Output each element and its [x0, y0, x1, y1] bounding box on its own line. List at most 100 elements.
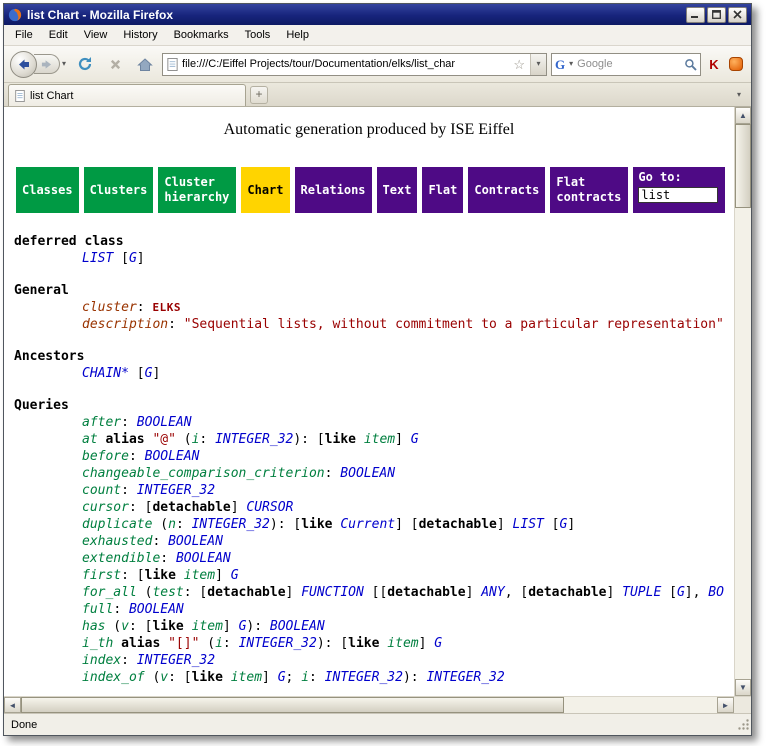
class-link[interactable]: CHAIN*: [82, 366, 129, 381]
class-link[interactable]: G: [411, 432, 419, 447]
scroll-right-button[interactable]: ►: [717, 697, 734, 713]
forward-button[interactable]: [34, 54, 60, 74]
class-link[interactable]: INTEGER_32: [325, 670, 403, 685]
feature-name: index_of: [82, 670, 145, 685]
menu-edit[interactable]: Edit: [41, 26, 76, 44]
nav-button-text[interactable]: Text: [377, 167, 418, 213]
class-link[interactable]: BOOLEAN: [129, 602, 184, 617]
nav-button-clusters[interactable]: Clusters: [84, 167, 154, 213]
window-title: list Chart - Mozilla Firefox: [27, 8, 681, 22]
vertical-scrollbar[interactable]: ▲ ▼: [734, 107, 751, 696]
feature-name: item: [192, 619, 223, 634]
class-link[interactable]: G: [434, 636, 442, 651]
menu-history[interactable]: History: [115, 26, 165, 44]
tab-list-chart[interactable]: list Chart: [8, 84, 246, 106]
class-link[interactable]: INTEGER_32: [239, 636, 317, 651]
class-link[interactable]: CURSOR: [246, 500, 293, 515]
maximize-button[interactable]: [707, 7, 726, 23]
keyword: Ancestors: [14, 349, 84, 364]
url-input[interactable]: [182, 58, 509, 70]
history-dropdown-icon[interactable]: ▾: [60, 60, 68, 68]
vertical-scroll-thumb[interactable]: [735, 124, 751, 208]
menu-bookmarks[interactable]: Bookmarks: [166, 26, 237, 44]
feature-name: full: [82, 602, 113, 617]
back-button[interactable]: [10, 51, 37, 78]
list-all-tabs-button[interactable]: ▾: [731, 86, 747, 104]
punctuation: ]: [466, 585, 482, 600]
search-input[interactable]: [577, 58, 682, 70]
class-link[interactable]: BOOLEAN: [340, 466, 395, 481]
scroll-left-button[interactable]: ◄: [4, 697, 21, 713]
nav-button-flat-contracts[interactable]: Flat contracts: [550, 167, 628, 213]
extension-icon-orange[interactable]: [727, 51, 745, 77]
scroll-down-button[interactable]: ▼: [735, 679, 751, 696]
class-link[interactable]: INTEGER_32: [137, 483, 215, 498]
horizontal-scrollbar[interactable]: ◄ ►: [4, 696, 751, 713]
punctuation: : [: [168, 670, 191, 685]
magnifier-icon[interactable]: [684, 58, 697, 71]
class-link[interactable]: BOOLEAN: [168, 534, 223, 549]
class-link[interactable]: INTEGER_32: [192, 517, 270, 532]
url-dropdown-button[interactable]: ▾: [530, 54, 546, 75]
class-link[interactable]: G: [677, 585, 685, 600]
feature-name: at: [82, 432, 98, 447]
punctuation: ]: [262, 670, 278, 685]
class-link[interactable]: LIST: [513, 517, 544, 532]
nav-button-relations[interactable]: Relations: [295, 167, 372, 213]
class-link[interactable]: ANY: [481, 585, 504, 600]
class-link[interactable]: INTEGER_32: [426, 670, 504, 685]
page-icon: [167, 58, 178, 71]
resize-grip[interactable]: [737, 718, 750, 734]
class-link[interactable]: BOOLEAN: [145, 449, 200, 464]
class-link[interactable]: FUNCTION: [301, 585, 364, 600]
class-link[interactable]: LIST: [82, 251, 113, 266]
code-line: Ancestors: [14, 348, 734, 365]
nav-button-cluster-hierarchy[interactable]: Cluster hierarchy: [158, 167, 236, 213]
punctuation: [113, 636, 121, 651]
class-link[interactable]: INTEGER_32: [215, 432, 293, 447]
class-link[interactable]: BOOLEAN: [176, 551, 231, 566]
goto-input[interactable]: [638, 187, 718, 203]
menu-help[interactable]: Help: [278, 26, 317, 44]
close-button[interactable]: [728, 7, 747, 23]
nav-button-contracts[interactable]: Contracts: [468, 167, 545, 213]
menu-file[interactable]: File: [7, 26, 41, 44]
class-link[interactable]: INTEGER_32: [137, 653, 215, 668]
class-link[interactable]: BOOLEAN: [270, 619, 325, 634]
class-link[interactable]: BO: [708, 585, 724, 600]
search-engine-dropdown-icon[interactable]: ▾: [567, 60, 575, 68]
punctuation: ;: [286, 670, 302, 685]
address-bar[interactable]: ☆ ▾: [162, 53, 547, 76]
menu-tools[interactable]: Tools: [237, 26, 279, 44]
horizontal-scroll-thumb[interactable]: [21, 697, 564, 713]
nav-button-chart[interactable]: Chart: [241, 167, 289, 213]
punctuation: , [: [505, 585, 528, 600]
home-button[interactable]: [132, 51, 158, 77]
minimize-button[interactable]: [686, 7, 705, 23]
stop-button[interactable]: [102, 51, 128, 77]
bookmark-star-icon[interactable]: ☆: [513, 58, 526, 71]
search-box[interactable]: G ▾: [551, 53, 701, 76]
punctuation: :: [137, 300, 153, 315]
vertical-scroll-track[interactable]: [735, 124, 751, 679]
reload-button[interactable]: [72, 51, 98, 77]
class-link[interactable]: G: [231, 568, 239, 583]
scroll-up-button[interactable]: ▲: [735, 107, 751, 124]
class-link[interactable]: G: [278, 670, 286, 685]
feature-name: item: [364, 432, 395, 447]
class-link[interactable]: BOOLEAN: [137, 415, 192, 430]
keyword: deferred class: [14, 234, 124, 249]
extension-icon-k[interactable]: K: [705, 51, 723, 77]
field-label: cluster: [82, 300, 137, 315]
nav-button-flat[interactable]: Flat: [422, 167, 463, 213]
class-link[interactable]: G: [129, 251, 137, 266]
code-line: at alias "@" (i: INTEGER_32): [like item…: [14, 431, 734, 448]
code-line: description: "Sequential lists, without …: [14, 316, 734, 333]
menu-view[interactable]: View: [76, 26, 116, 44]
horizontal-scroll-track[interactable]: [21, 697, 717, 713]
new-tab-button[interactable]: +: [250, 86, 268, 104]
nav-button-classes[interactable]: Classes: [16, 167, 79, 213]
class-link[interactable]: Current: [340, 517, 395, 532]
code-line: CHAIN* [G]: [14, 365, 734, 382]
class-link[interactable]: TUPLE: [622, 585, 661, 600]
